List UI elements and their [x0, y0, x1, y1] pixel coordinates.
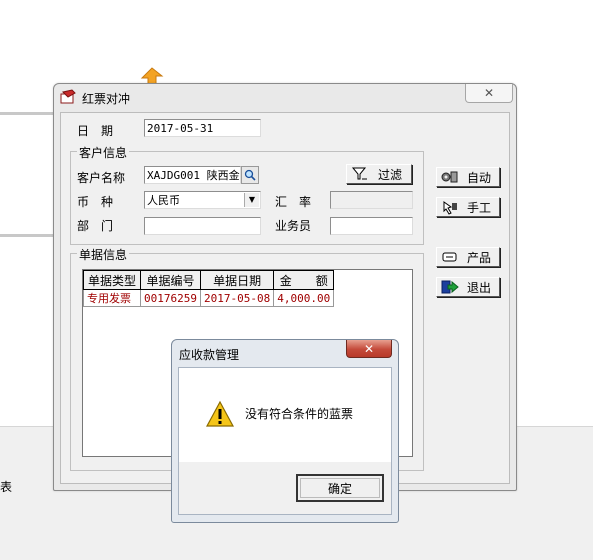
currency-select[interactable]: 人民币 ▼	[144, 191, 261, 209]
filter-button-label: 过滤	[377, 167, 402, 182]
dialog-footer: 确定	[178, 462, 392, 515]
product-button[interactable]: 产品	[436, 247, 500, 267]
warning-icon	[205, 400, 235, 427]
search-icon	[244, 169, 256, 181]
message-dialog: 应收款管理 ✕ 没有符合条件的蓝票 确定	[171, 339, 399, 523]
department-field[interactable]	[144, 217, 261, 235]
filter-button[interactable]: 过滤	[346, 164, 412, 184]
box-icon	[442, 252, 457, 262]
window-close-button[interactable]: ✕	[465, 84, 513, 103]
auto-button-label: 自动	[466, 170, 491, 185]
dialog-close-button[interactable]: ✕	[346, 340, 392, 358]
column-header-doc-number[interactable]: 单据编号	[140, 270, 201, 290]
customer-info-legend: 客户信息	[77, 144, 130, 161]
auto-button[interactable]: 自动	[436, 167, 500, 187]
product-button-label: 产品	[466, 250, 491, 265]
cell-doc-type[interactable]: 专用发票	[82, 289, 142, 307]
ok-button[interactable]: 确定	[296, 474, 384, 502]
exit-button-label: 退出	[466, 280, 491, 295]
dialog-body: 没有符合条件的蓝票	[178, 367, 392, 464]
background-line-top	[0, 112, 56, 115]
cell-doc-date[interactable]: 2017-05-08	[199, 289, 275, 307]
table-row[interactable]: 专用发票 00176259 2017-05-08 4,000.00	[82, 289, 335, 307]
red-ticket-icon	[60, 89, 76, 104]
manual-button[interactable]: 手工	[436, 197, 500, 217]
hand-pointer-icon	[443, 201, 457, 215]
department-label: 部 门	[77, 219, 114, 233]
exchange-rate-field[interactable]	[330, 191, 413, 209]
funnel-icon	[351, 167, 367, 180]
exit-button[interactable]: 退出	[436, 277, 500, 297]
cell-amount[interactable]: 4,000.00	[273, 289, 335, 307]
exit-door-icon	[441, 280, 459, 294]
chevron-down-icon[interactable]: ▼	[244, 193, 259, 207]
column-header-amount[interactable]: 金 额	[273, 270, 335, 290]
customer-search-button[interactable]	[241, 166, 259, 184]
dialog-title: 应收款管理	[179, 348, 240, 362]
window-title: 红票对冲	[82, 92, 131, 106]
column-header-doc-type[interactable]: 单据类型	[82, 270, 142, 290]
currency-value: 人民币	[147, 194, 180, 207]
date-label: 日 期	[77, 124, 114, 138]
background-text: 表	[0, 480, 13, 494]
salesman-label: 业务员	[275, 219, 312, 233]
salesman-field[interactable]	[330, 217, 413, 235]
date-field[interactable]: 2017-05-31	[144, 119, 261, 137]
window-titlebar[interactable]: 红票对冲 ✕	[54, 84, 516, 110]
gear-chain-icon	[441, 171, 458, 183]
document-info-legend: 单据信息	[77, 246, 130, 263]
cell-doc-number[interactable]: 00176259	[140, 289, 201, 307]
customer-name-field[interactable]: XAJDG001 陕西金	[144, 166, 241, 184]
background-line-bottom	[0, 234, 56, 237]
manual-button-label: 手工	[466, 200, 491, 215]
currency-label: 币 种	[77, 195, 114, 209]
customer-name-label: 客户名称	[77, 171, 126, 185]
exchange-rate-label: 汇 率	[275, 195, 312, 209]
dialog-message: 没有符合条件的蓝票	[245, 407, 354, 421]
column-header-doc-date[interactable]: 单据日期	[199, 270, 275, 290]
